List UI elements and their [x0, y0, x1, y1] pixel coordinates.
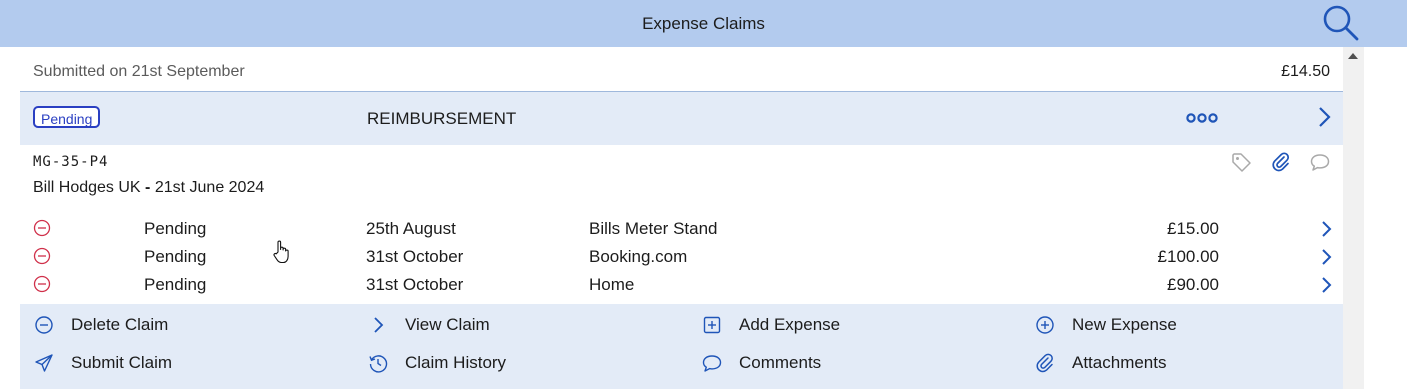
minus-circle-icon [35, 316, 53, 334]
attachments-button[interactable]: Attachments [1034, 348, 1167, 378]
claims-list: Submitted on 21st September £14.50 Pendi… [20, 47, 1343, 389]
action-label: New Expense [1072, 315, 1177, 334]
previous-claim-amount: £14.50 [1281, 63, 1330, 80]
tag-icon[interactable] [1230, 151, 1252, 173]
action-label: Add Expense [739, 315, 841, 334]
status-badge: Pending [33, 106, 101, 128]
claim-company: Bill Hodges UK [33, 179, 141, 196]
app-header: Expense Claims [0, 0, 1407, 47]
view-claim-button[interactable]: View Claim [367, 310, 490, 340]
expense-amount: £90.00 [1167, 275, 1219, 294]
expense-description: Bills Meter Stand [589, 219, 718, 238]
scrollbar[interactable] [1343, 47, 1364, 389]
submit-claim-button[interactable]: Submit Claim [33, 348, 172, 378]
paperclip-icon [1036, 353, 1053, 373]
claim-name: Bill Hodges UK - 21st June 2024 [33, 179, 264, 197]
remove-expense-icon[interactable] [33, 219, 51, 237]
action-label: Claim History [405, 353, 507, 372]
new-expense-button[interactable]: New Expense [1034, 310, 1177, 340]
claim-date: 21st June 2024 [154, 179, 265, 196]
expense-status: Pending [144, 275, 207, 294]
chevron-right-icon[interactable] [1319, 219, 1333, 239]
action-label: Attachments [1072, 353, 1167, 372]
expense-row[interactable]: Pending 31st October Home £90.00 [20, 270, 1343, 298]
plus-square-icon [703, 316, 721, 334]
expense-date: 31st October [366, 247, 464, 266]
comment-icon[interactable] [1309, 151, 1331, 173]
claim-history-button[interactable]: Claim History [367, 348, 506, 378]
comment-icon [702, 355, 722, 372]
previous-claim-submitted: Submitted on 21st September [33, 63, 245, 80]
expense-description: Home [589, 275, 635, 294]
chevron-right-icon[interactable] [1316, 105, 1332, 129]
expense-date: 31st October [366, 275, 464, 294]
paperclip-icon[interactable] [1270, 151, 1292, 173]
expense-date: 25th August [366, 219, 456, 238]
expense-status: Pending [144, 247, 207, 266]
chevron-right-icon[interactable] [1319, 275, 1333, 295]
comments-button[interactable]: Comments [701, 348, 821, 378]
history-icon [369, 355, 388, 373]
action-label: View Claim [405, 315, 490, 334]
expense-row[interactable]: Pending 25th August Bills Meter Stand £1… [20, 214, 1343, 242]
action-label: Submit Claim [71, 353, 173, 372]
expense-status: Pending [144, 219, 207, 238]
expense-amount: £15.00 [1167, 219, 1219, 238]
send-icon [35, 354, 53, 372]
claim-type: REIMBURSEMENT [367, 109, 517, 128]
expense-row[interactable]: Pending 31st October Booking.com £100.00 [20, 242, 1343, 270]
action-label: Comments [739, 353, 822, 372]
add-expense-button[interactable]: Add Expense [701, 310, 840, 340]
remove-expense-icon[interactable] [33, 247, 51, 265]
chevron-right-icon[interactable] [1319, 247, 1333, 267]
hand-cursor-icon [273, 240, 289, 264]
scroll-up-arrow[interactable] [1348, 53, 1358, 59]
plus-circle-icon [1036, 316, 1054, 334]
chevron-right-icon [374, 317, 384, 333]
remove-expense-icon[interactable] [33, 275, 51, 293]
claim-header[interactable]: Pending REIMBURSEMENT [20, 91, 1343, 145]
action-label: Delete Claim [71, 315, 169, 334]
page-title: Expense Claims [642, 13, 765, 33]
claim-actions: Delete Claim View Claim Add Expense New … [20, 304, 1343, 389]
claim-name-separator: - [140, 179, 155, 196]
expense-description: Booking.com [589, 247, 688, 266]
search-icon[interactable] [1320, 2, 1360, 42]
more-options-icon[interactable] [1186, 111, 1218, 125]
delete-claim-button[interactable]: Delete Claim [33, 310, 168, 340]
claim-reference: MG-35-P4 [33, 154, 109, 170]
expense-amount: £100.00 [1157, 247, 1219, 266]
